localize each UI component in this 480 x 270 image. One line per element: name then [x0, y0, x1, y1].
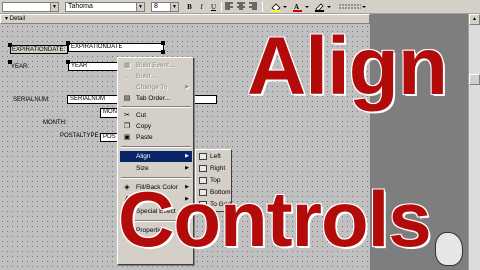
selection-handle[interactable] [161, 50, 165, 54]
toolbar-separator [262, 2, 263, 12]
serialnum-label[interactable]: SERIALNUM: [12, 96, 52, 105]
selection-handle[interactable] [161, 41, 165, 45]
svg-text:A: A [294, 3, 299, 11]
chevron-down-icon[interactable]: ▼ [170, 3, 178, 11]
overlay-title-align: Align [247, 21, 448, 112]
font-size-combo[interactable]: 8 ▼ [151, 2, 179, 12]
scroll-thumb[interactable] [469, 74, 480, 85]
menu-separator [121, 146, 191, 148]
office-assistant-icon[interactable] [435, 232, 463, 266]
chevron-down-icon[interactable]: ▼ [50, 3, 58, 11]
submenu-item-left[interactable]: Left [197, 151, 231, 162]
menu-item-label: Align [136, 153, 151, 160]
menu-item-label: Size [136, 165, 149, 172]
line-color-icon[interactable] [314, 2, 332, 12]
italic-button[interactable]: I [196, 2, 207, 12]
font-color-icon[interactable]: A [292, 2, 310, 12]
underline-button[interactable]: U [208, 2, 219, 12]
formatting-toolbar: ▼ Tahoma ▼ 8 ▼ B I U A [0, 0, 480, 14]
menu-item-label: Build Event... [136, 62, 175, 69]
submenu-item-label: Right [210, 165, 226, 172]
section-name: Detail [9, 16, 26, 22]
menu-separator [121, 106, 191, 108]
menu-item-copy[interactable]: ❐ Copy [120, 121, 192, 132]
chevron-down-icon[interactable]: ▼ [136, 3, 144, 11]
menu-item-label: Cut [136, 112, 147, 119]
scissors-icon: ✂ [124, 112, 130, 119]
menu-item-label: Tab Order... [136, 95, 170, 102]
clipboard-icon: ▣ [123, 134, 131, 141]
submenu-item-right[interactable]: Right [197, 163, 231, 174]
postaltype-label[interactable]: POSTALTYPE: [59, 132, 101, 141]
align-right-icon [199, 165, 207, 172]
menu-item-label: Change To [136, 84, 168, 91]
menu-item-cut[interactable]: ✂ Cut [120, 110, 192, 121]
align-center-icon[interactable] [236, 2, 247, 12]
menu-item-build[interactable]: … Build... [120, 71, 192, 82]
selection-handle[interactable] [66, 60, 70, 64]
overlay-title-controls: Controls [118, 175, 432, 263]
menu-item-paste[interactable]: ▣ Paste [120, 132, 192, 143]
copy-icon: ❐ [123, 123, 131, 130]
object-combo[interactable]: ▼ [2, 2, 59, 12]
menu-item-label: Paste [136, 134, 153, 141]
bold-button[interactable]: B [184, 2, 195, 12]
submenu-arrow-icon: ▶ [185, 165, 189, 171]
menu-item-size[interactable]: Size ▶ [120, 163, 192, 174]
scroll-up-icon[interactable]: ▲ [469, 14, 480, 25]
font-name-value: Tahoma [68, 3, 93, 10]
vertical-scrollbar[interactable]: ▲ [468, 14, 480, 270]
submenu-arrow-icon: ▶ [185, 84, 189, 90]
align-left-icon[interactable] [224, 2, 235, 12]
selection-handle[interactable] [8, 60, 12, 64]
menu-item-tab-order[interactable]: ▤ Tab Order... [120, 93, 192, 104]
menu-item-label: Build... [136, 73, 156, 80]
font-name-combo[interactable]: Tahoma ▼ [65, 2, 145, 12]
font-size-value: 8 [154, 3, 158, 10]
expiration-field[interactable]: EXPIRATIONDATE [68, 43, 164, 52]
build-event-icon: ▦ [123, 62, 131, 69]
fill-color-icon[interactable] [270, 2, 288, 12]
selection-handle[interactable] [8, 43, 12, 47]
menu-item-label: Copy [136, 123, 152, 130]
menu-item-align[interactable]: Align ▶ [120, 151, 192, 162]
menu-item-build-event[interactable]: ▦ Build Event... [120, 60, 192, 71]
expiration-label[interactable]: EXPIRATIONDATE: [10, 45, 68, 54]
month-label[interactable]: MONTH: [42, 119, 70, 128]
tab-order-icon: ▤ [123, 95, 131, 102]
align-left-icon [199, 153, 207, 160]
align-right-icon[interactable] [248, 2, 259, 12]
submenu-arrow-icon: ▶ [185, 153, 189, 159]
build-icon: … [123, 73, 131, 80]
line-width-icon[interactable] [337, 2, 367, 12]
year-label[interactable]: YEAR: [10, 63, 32, 72]
menu-item-change-to[interactable]: Change To ▶ [120, 82, 192, 93]
submenu-item-label: Left [210, 153, 221, 160]
selection-handle[interactable] [66, 41, 70, 45]
toolbar-separator [221, 2, 222, 12]
